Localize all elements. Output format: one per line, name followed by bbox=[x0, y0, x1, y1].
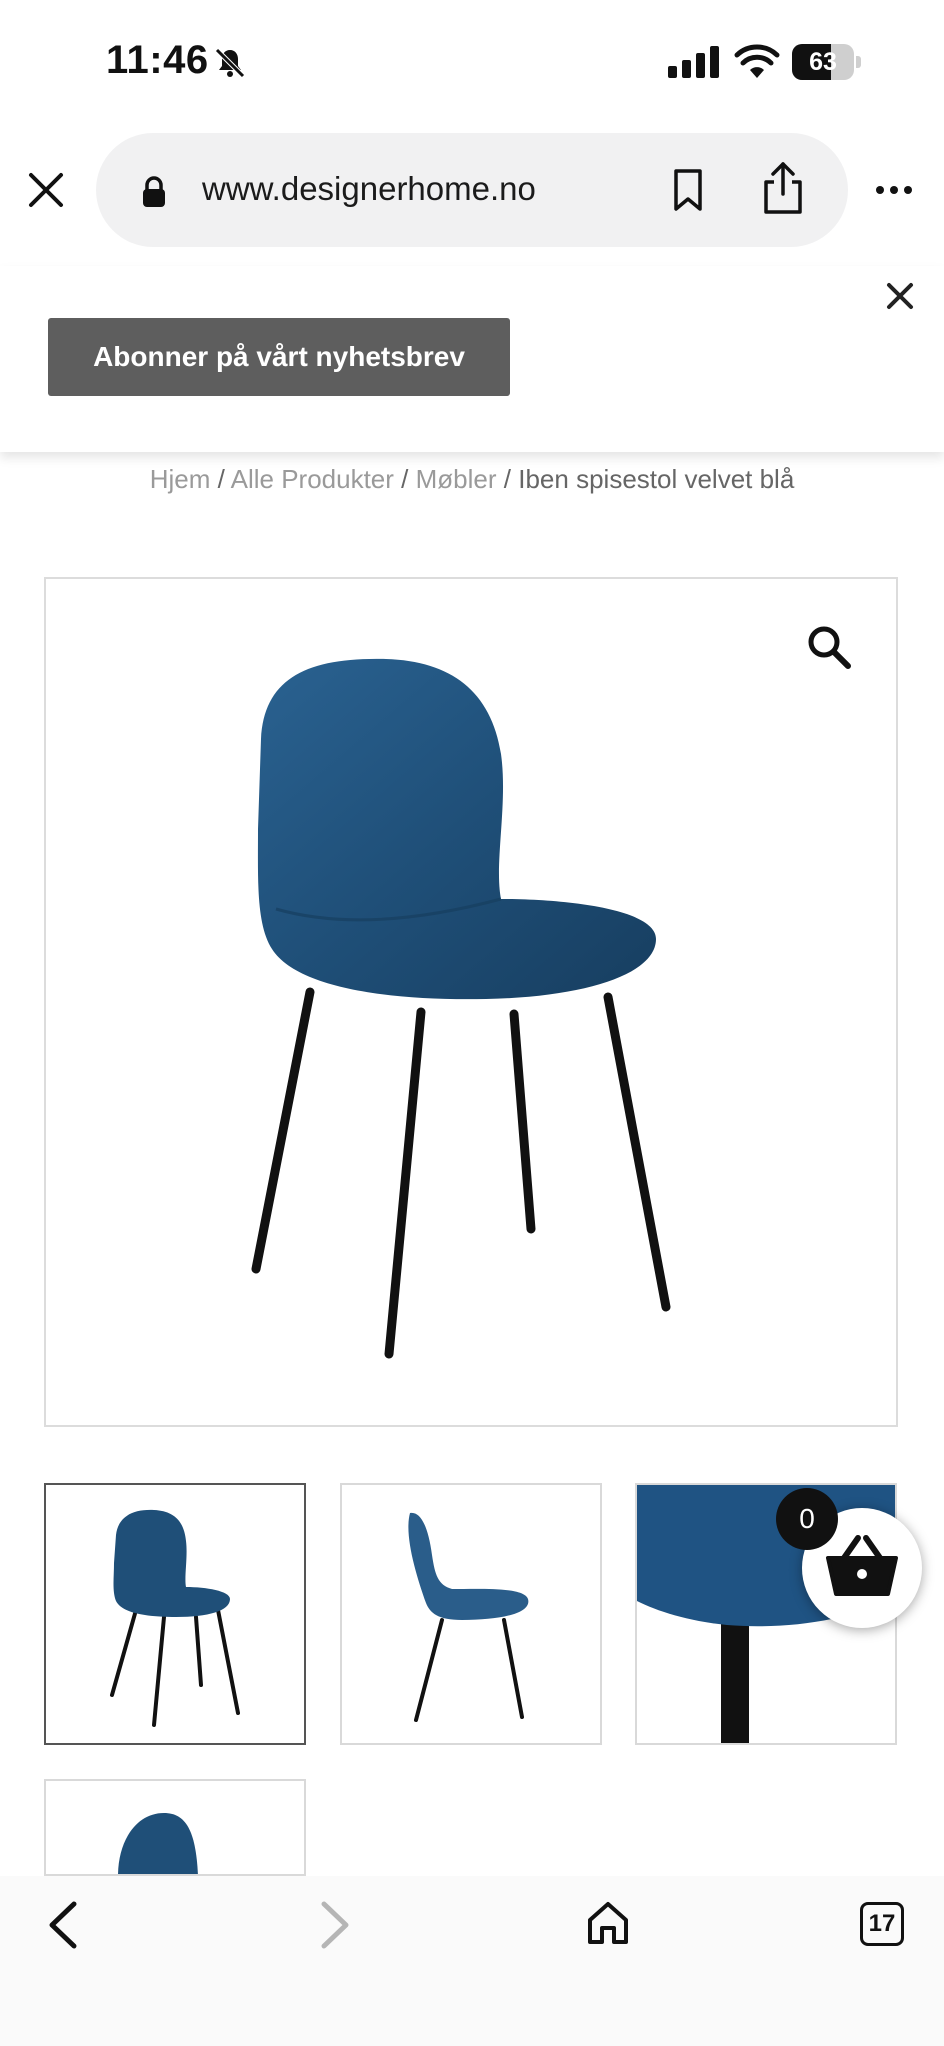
breadcrumb-item-furniture[interactable]: Møbler bbox=[416, 464, 497, 494]
zoom-icon[interactable] bbox=[806, 624, 852, 670]
product-thumbnail-4[interactable] bbox=[44, 1779, 306, 1876]
status-time: 11:46 bbox=[106, 38, 209, 82]
tabs-button[interactable]: 17 bbox=[860, 1902, 904, 1946]
product-thumbnail-1[interactable] bbox=[44, 1483, 306, 1745]
battery-indicator: 63 bbox=[792, 44, 862, 80]
back-icon[interactable] bbox=[44, 1900, 80, 1950]
newsletter-close-icon[interactable] bbox=[884, 280, 916, 312]
home-icon[interactable] bbox=[586, 1900, 630, 1946]
close-icon[interactable] bbox=[26, 170, 66, 210]
battery-percent: 63 bbox=[809, 48, 837, 76]
lock-icon bbox=[143, 176, 165, 207]
bookmark-icon[interactable] bbox=[668, 168, 708, 212]
wifi-icon bbox=[734, 44, 780, 78]
forward-icon[interactable] bbox=[318, 1900, 354, 1950]
more-icon[interactable] bbox=[874, 182, 914, 198]
chair-front-image bbox=[110, 1509, 240, 1727]
chair-thumbnail-image bbox=[118, 1813, 198, 1874]
cart-count-badge: 0 bbox=[776, 1488, 838, 1550]
share-icon[interactable] bbox=[760, 160, 806, 216]
breadcrumb-item-home[interactable]: Hjem bbox=[150, 464, 211, 494]
url-text[interactable]: www.designerhome.no bbox=[202, 170, 536, 208]
breadcrumb-item-all-products[interactable]: Alle Produkter bbox=[231, 464, 394, 494]
product-main-image[interactable] bbox=[44, 577, 898, 1427]
product-thumbnail-2[interactable] bbox=[340, 1483, 602, 1745]
breadcrumb-current: Iben spisestol velvet blå bbox=[518, 464, 795, 494]
bell-muted-icon bbox=[215, 48, 245, 78]
breadcrumb: Hjem / Alle Produkter / Møbler / Iben sp… bbox=[149, 464, 795, 494]
chair-side-image bbox=[408, 1512, 529, 1722]
browser-toolbar bbox=[0, 1876, 944, 2046]
cellular-signal-icon bbox=[668, 46, 719, 78]
chair-image bbox=[251, 658, 671, 1359]
newsletter-subscribe-button[interactable]: Abonner på vårt nyhetsbrev bbox=[48, 318, 510, 396]
